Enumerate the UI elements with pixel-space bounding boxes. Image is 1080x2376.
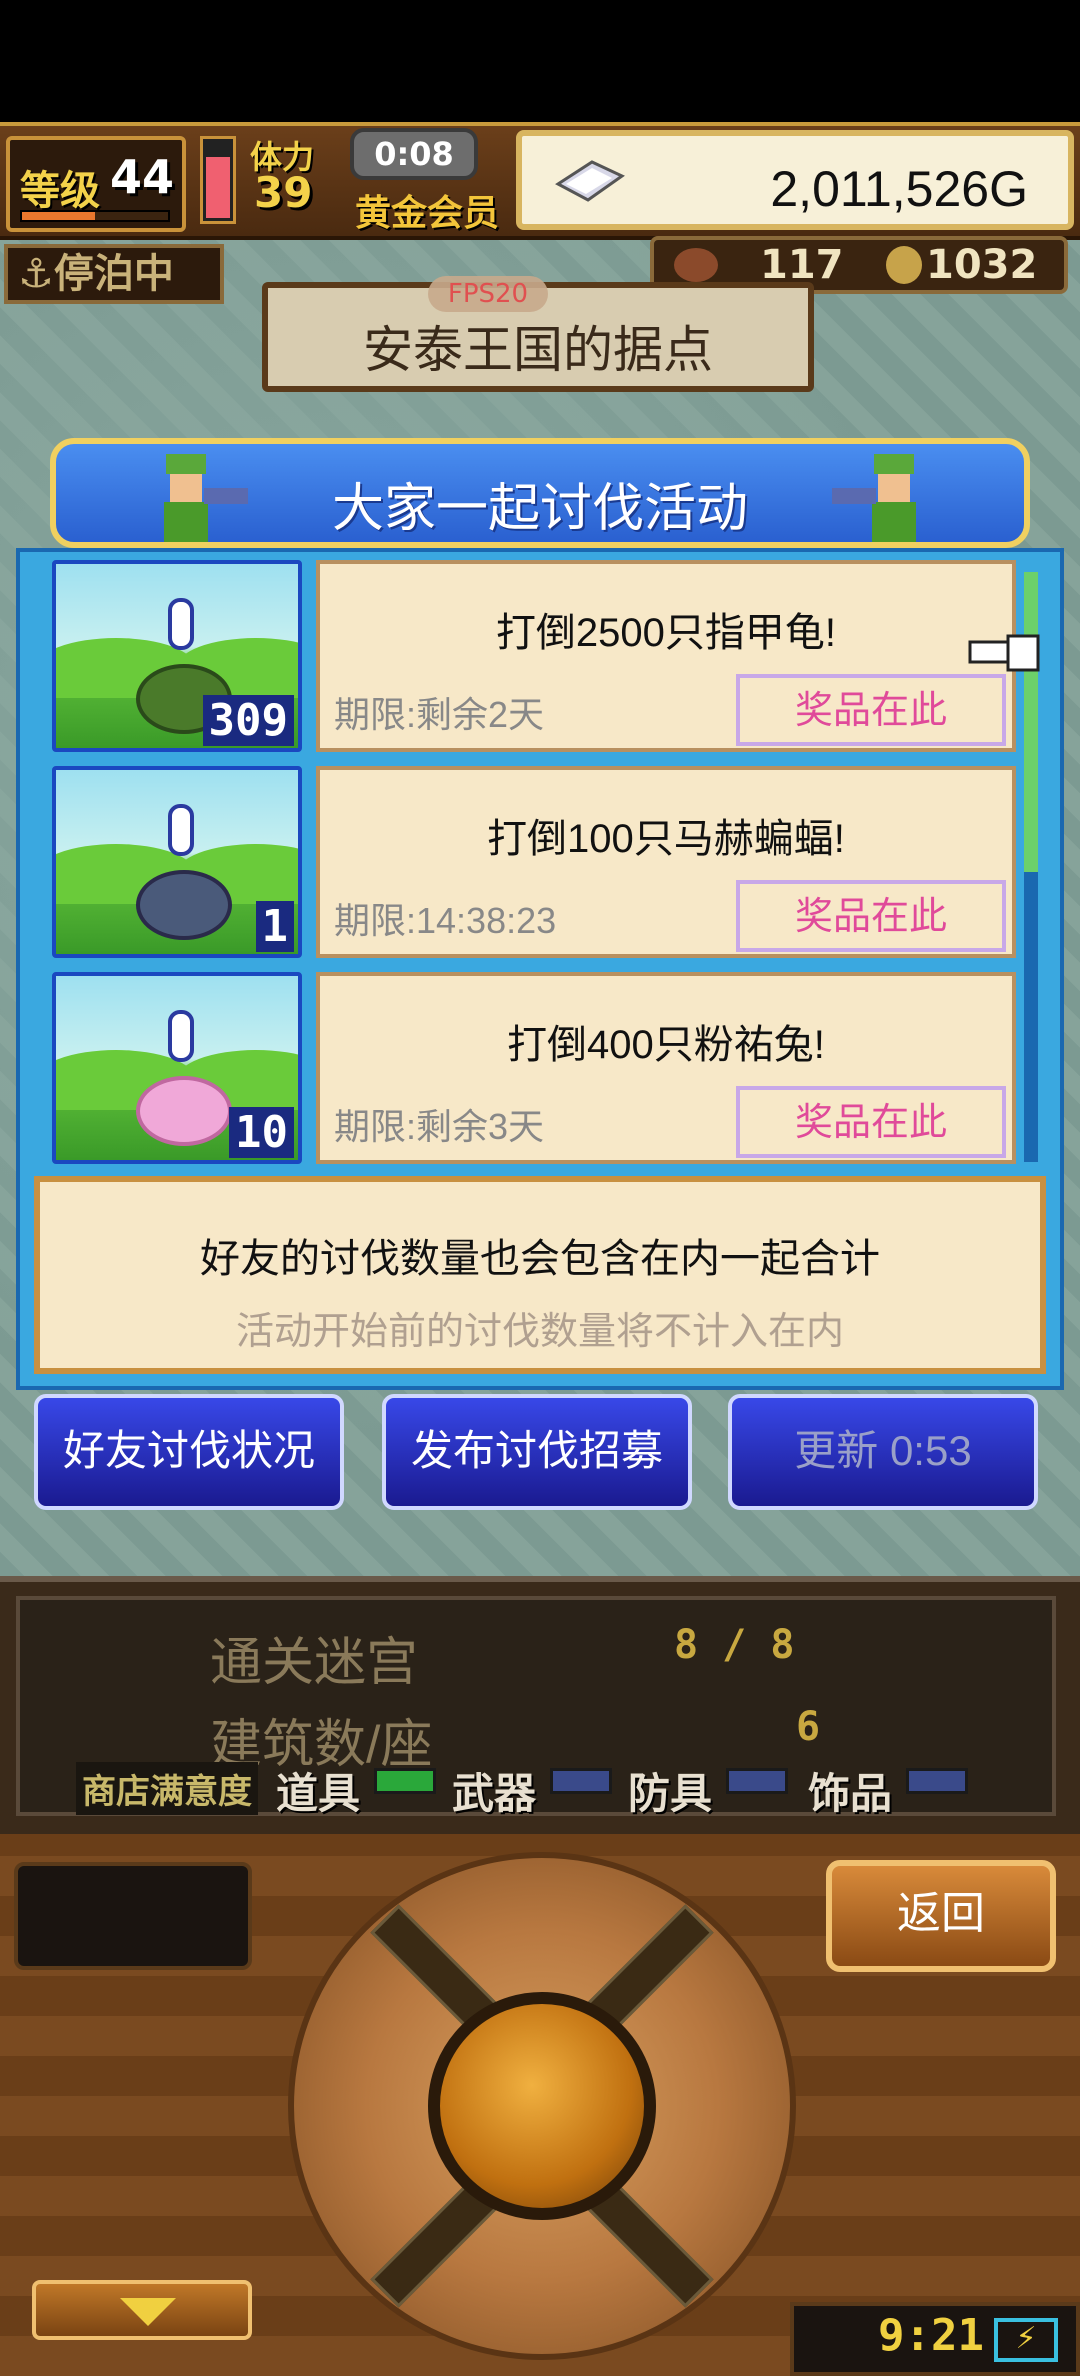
exp-bar bbox=[20, 210, 170, 222]
battery-icon: ⚡ bbox=[994, 2318, 1058, 2362]
satisfaction-meter bbox=[726, 1768, 788, 1794]
exclamation-icon bbox=[168, 1010, 194, 1062]
post-recruit-button[interactable]: 发布讨伐招募 bbox=[382, 1394, 692, 1510]
mission-title: 打倒100只马赫蝙蝠! bbox=[487, 817, 845, 861]
location-name: 安泰王国的据点 bbox=[363, 321, 713, 379]
refresh-button[interactable]: 更新 0:53 bbox=[728, 1394, 1038, 1510]
level-label: 等级 bbox=[20, 168, 100, 214]
fps-counter: FPS20 bbox=[428, 276, 548, 312]
mission-title: 打倒400只粉祐兔! bbox=[507, 1023, 825, 1067]
category-weapon: 武器 bbox=[452, 1769, 537, 1818]
resource-count-2: 1032 bbox=[926, 242, 1038, 288]
clock: 9:21 bbox=[878, 2310, 984, 2361]
satisfaction-meter bbox=[374, 1768, 436, 1794]
mission-deadline: 期限:14:38:23 bbox=[334, 900, 557, 941]
down-button[interactable] bbox=[32, 2280, 252, 2340]
exclamation-icon bbox=[168, 598, 194, 650]
money-value: 2,011,526G bbox=[770, 161, 1028, 217]
stamina-value: 39 bbox=[254, 168, 313, 217]
money-bar-icon bbox=[555, 160, 625, 202]
kill-count: 309 bbox=[202, 695, 294, 746]
mission-image: 10 bbox=[52, 972, 302, 1164]
level-value: 44 bbox=[110, 150, 175, 204]
money-panel: 2,011,526G bbox=[516, 130, 1074, 230]
mission-title: 打倒2500只指甲龟! bbox=[495, 611, 837, 655]
hand-pointer-icon bbox=[968, 634, 1040, 672]
bat-monster-icon bbox=[136, 870, 232, 940]
building-value: 6 bbox=[796, 1704, 821, 1750]
anchored-status: ⚓停泊中 bbox=[4, 244, 224, 304]
dpad[interactable] bbox=[288, 1852, 796, 2360]
system-status-bar bbox=[0, 0, 1080, 122]
exp-fill bbox=[22, 212, 95, 220]
medal-icon bbox=[886, 246, 922, 284]
satisfaction-meter bbox=[550, 1768, 612, 1794]
mission-row: 309 打倒2500只指甲龟! 期限:剩余2天 奖品在此 bbox=[36, 558, 1026, 754]
mission-deadline: 期限:剩余3天 bbox=[334, 1106, 545, 1147]
dialog-header: 大家一起讨伐活动 bbox=[50, 438, 1030, 548]
category-accessory: 饰品 bbox=[808, 1769, 893, 1818]
membership-badge[interactable]: 黄金会员 bbox=[355, 184, 499, 236]
stamina-bar bbox=[200, 136, 236, 224]
mission-deadline: 期限:剩余2天 bbox=[334, 694, 545, 735]
mission-card: 打倒2500只指甲龟! 期限:剩余2天 奖品在此 bbox=[316, 560, 1016, 752]
friends-status-button[interactable]: 好友讨伐状况 bbox=[34, 1394, 344, 1510]
kill-count: 1 bbox=[255, 901, 294, 952]
mission-image: 309 bbox=[52, 560, 302, 752]
town-status-inner: 通关迷宫 8 / 8 建筑数/座 6 商店满意度 道具 武器 防具 饰品 bbox=[16, 1596, 1056, 1818]
back-button[interactable]: 返回 bbox=[826, 1860, 1056, 1972]
arrow-down-icon bbox=[120, 2298, 176, 2326]
info-text-secondary: 活动开始前的讨伐数量将不计入在内 bbox=[235, 1311, 844, 1353]
clock-panel: 9:21 ⚡ bbox=[790, 2302, 1080, 2376]
rabbit-monster-icon bbox=[136, 1076, 232, 1146]
dungeon-value: 8 / 8 bbox=[674, 1622, 795, 1668]
info-box: 好友的讨伐数量也会包含在内一起合计 活动开始前的讨伐数量将不计入在内 bbox=[34, 1176, 1046, 1374]
shop-satisfaction-label: 商店满意度 bbox=[76, 1762, 258, 1815]
category-item: 道具 bbox=[276, 1769, 361, 1818]
dpad-center-button[interactable] bbox=[428, 1992, 656, 2220]
mission-row: 10 打倒400只粉祐兔! 期限:剩余3天 奖品在此 bbox=[36, 970, 1026, 1166]
info-text-primary: 好友的讨伐数量也会包含在内一起合计 bbox=[200, 1237, 880, 1281]
empty-slot bbox=[14, 1862, 252, 1970]
category-armor: 防具 bbox=[628, 1769, 713, 1818]
prize-button[interactable]: 奖品在此 bbox=[736, 674, 1006, 746]
mission-card: 打倒400只粉祐兔! 期限:剩余3天 奖品在此 bbox=[316, 972, 1016, 1164]
prize-button[interactable]: 奖品在此 bbox=[736, 1086, 1006, 1158]
dungeon-label: 通关迷宫 bbox=[210, 1634, 419, 1692]
prize-button[interactable]: 奖品在此 bbox=[736, 880, 1006, 952]
mission-row: 1 打倒100只马赫蝙蝠! 期限:14:38:23 奖品在此 bbox=[36, 764, 1026, 960]
exclamation-icon bbox=[168, 804, 194, 856]
town-status-panel: 通关迷宫 8 / 8 建筑数/座 6 商店满意度 道具 武器 防具 饰品 bbox=[0, 1576, 1080, 1834]
kill-count: 10 bbox=[229, 1107, 294, 1158]
stamina-timer: 0:08 bbox=[350, 128, 478, 180]
ball-icon bbox=[674, 248, 718, 282]
mission-card: 打倒100只马赫蝙蝠! 期限:14:38:23 奖品在此 bbox=[316, 766, 1016, 958]
scroll-thumb[interactable] bbox=[1024, 572, 1038, 872]
soldier-icon bbox=[832, 454, 916, 542]
satisfaction-meter bbox=[906, 1768, 968, 1794]
level-panel: 等级 44 bbox=[6, 136, 186, 232]
stamina-fill bbox=[206, 156, 230, 218]
mission-image: 1 bbox=[52, 766, 302, 958]
